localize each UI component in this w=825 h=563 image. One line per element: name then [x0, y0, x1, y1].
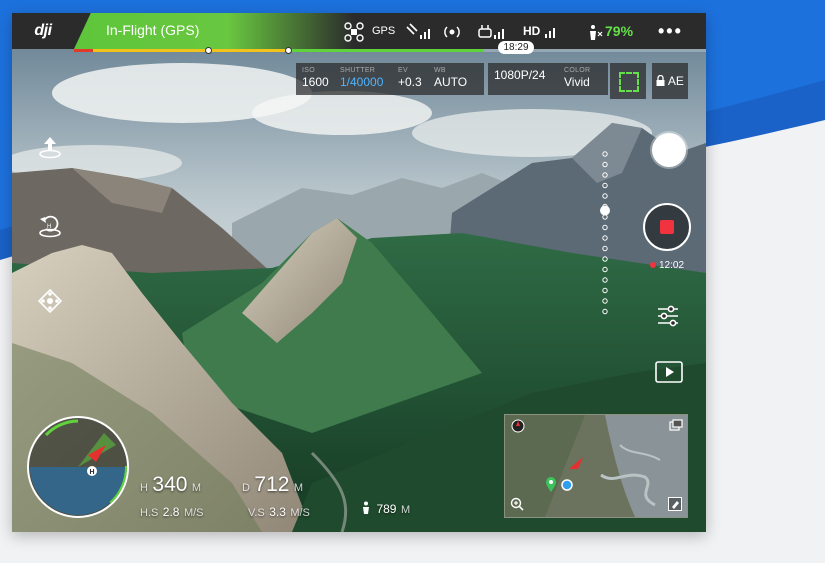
horizontal-speed-readout: H.S 2.8 M/S: [140, 505, 204, 519]
gimbal-tick: [602, 308, 608, 315]
intelligent-flight-button[interactable]: [36, 287, 64, 315]
hd-label: HD: [523, 24, 541, 38]
remaining-flight-time: 18:29: [498, 41, 534, 54]
white-balance-setting[interactable]: WB AUTO: [434, 67, 467, 89]
lock-icon: [656, 74, 668, 88]
battery-percentage: 79%: [605, 23, 634, 39]
takeoff-icon: [39, 137, 61, 159]
photo-video-switch[interactable]: [652, 133, 686, 167]
camera-settings-panel[interactable]: ISO 1600 SHUTTER 1/40000 EV +0.3 WB AUTO: [296, 63, 484, 95]
recording-timer: 12:02: [650, 260, 684, 271]
map-zoom-icon[interactable]: [510, 497, 524, 511]
mini-map[interactable]: [504, 414, 688, 518]
height-readout: H 340 M: [140, 473, 202, 496]
map-eraser-icon[interactable]: [668, 497, 682, 511]
color-setting[interactable]: COLOR Vivid: [564, 67, 590, 89]
ae-lock-button[interactable]: AE: [652, 63, 688, 99]
video-format-panel[interactable]: 1080P/24 COLOR Vivid: [488, 63, 608, 95]
recording-indicator-icon: [650, 262, 656, 269]
ae-label: AE: [667, 74, 684, 88]
vertical-speed-readout: V.S 3.3 M/S: [248, 505, 310, 519]
gimbal-tick: [602, 235, 608, 241]
low-battery-marker: [204, 47, 212, 54]
vision-positioning-icon[interactable]: [442, 13, 462, 49]
ev-setting[interactable]: EV +0.3: [398, 67, 422, 89]
shutter-setting[interactable]: SHUTTER 1/40000: [340, 67, 383, 89]
takeoff-button[interactable]: [36, 133, 64, 161]
dji-go-flight-screen: dji In-Flight (GPS) GPS HD 79% ••• 18:29…: [12, 13, 706, 532]
battery-low-segment: [92, 49, 289, 52]
top-status-bar: dji In-Flight (GPS) GPS HD 79% •••: [12, 13, 706, 49]
gimbal-tick: [602, 172, 608, 178]
compass-icon[interactable]: [511, 419, 525, 433]
flight-status-text[interactable]: In-Flight (GPS): [106, 22, 199, 38]
gimbal-tick: [602, 266, 608, 273]
gimbal-tick: [602, 298, 608, 304]
playback-icon[interactable]: [655, 361, 683, 383]
gimbal-tick: [602, 256, 608, 262]
gimbal-tick: [602, 287, 608, 294]
camera-settings-icon[interactable]: [655, 303, 681, 329]
gimbal-pitch-slider[interactable]: [598, 148, 612, 320]
gimbal-tick: [602, 151, 608, 157]
return-home-button[interactable]: H: [36, 211, 64, 239]
home-point-label: H: [90, 469, 95, 476]
map-expand-icon[interactable]: [669, 419, 683, 431]
aircraft-gps-icon: [344, 13, 364, 49]
intelligent-flight-icon: [37, 288, 63, 314]
gimbal-pitch-knob[interactable]: [600, 205, 610, 216]
attitude-radar[interactable]: H: [26, 415, 130, 519]
gimbal-tick: [602, 245, 608, 252]
battery-person-icon: [590, 24, 603, 40]
battery-critical-segment: [74, 49, 93, 52]
record-button[interactable]: [643, 203, 691, 251]
dji-logo[interactable]: dji: [12, 13, 74, 49]
gps-label[interactable]: GPS: [372, 13, 395, 49]
focus-metering-button[interactable]: [610, 63, 646, 99]
person-altitude-icon: [363, 501, 369, 514]
user-location-icon: [561, 479, 573, 491]
hd-signal-bars-icon: [544, 27, 555, 38]
return-home-marker: [284, 47, 292, 54]
gimbal-tick: [602, 277, 608, 283]
return-home-icon: H: [39, 215, 61, 238]
focus-frame-icon: [619, 72, 639, 92]
svg-text:H: H: [47, 224, 51, 230]
stop-recording-icon: [660, 220, 674, 234]
aircraft-position-icon: [569, 457, 583, 469]
gimbal-tick: [602, 161, 608, 168]
iso-setting[interactable]: ISO 1600: [302, 67, 329, 89]
battery-status[interactable]: 79%: [587, 13, 633, 49]
gimbal-tick: [602, 182, 608, 189]
satellite-signal-icon[interactable]: [404, 13, 434, 49]
resolution-setting[interactable]: 1080P/24: [494, 67, 545, 82]
battery-normal-segment: [288, 49, 484, 52]
battery-remaining-bar: [74, 47, 706, 54]
map-satellite-view: [505, 415, 687, 517]
distance-readout: D 712 M: [242, 473, 304, 496]
altitude-readout: 789 M: [360, 500, 410, 518]
more-options-icon[interactable]: •••: [658, 13, 683, 49]
home-location-pin-icon: [546, 477, 556, 492]
gimbal-tick: [602, 224, 608, 231]
gimbal-tick: [602, 193, 608, 199]
